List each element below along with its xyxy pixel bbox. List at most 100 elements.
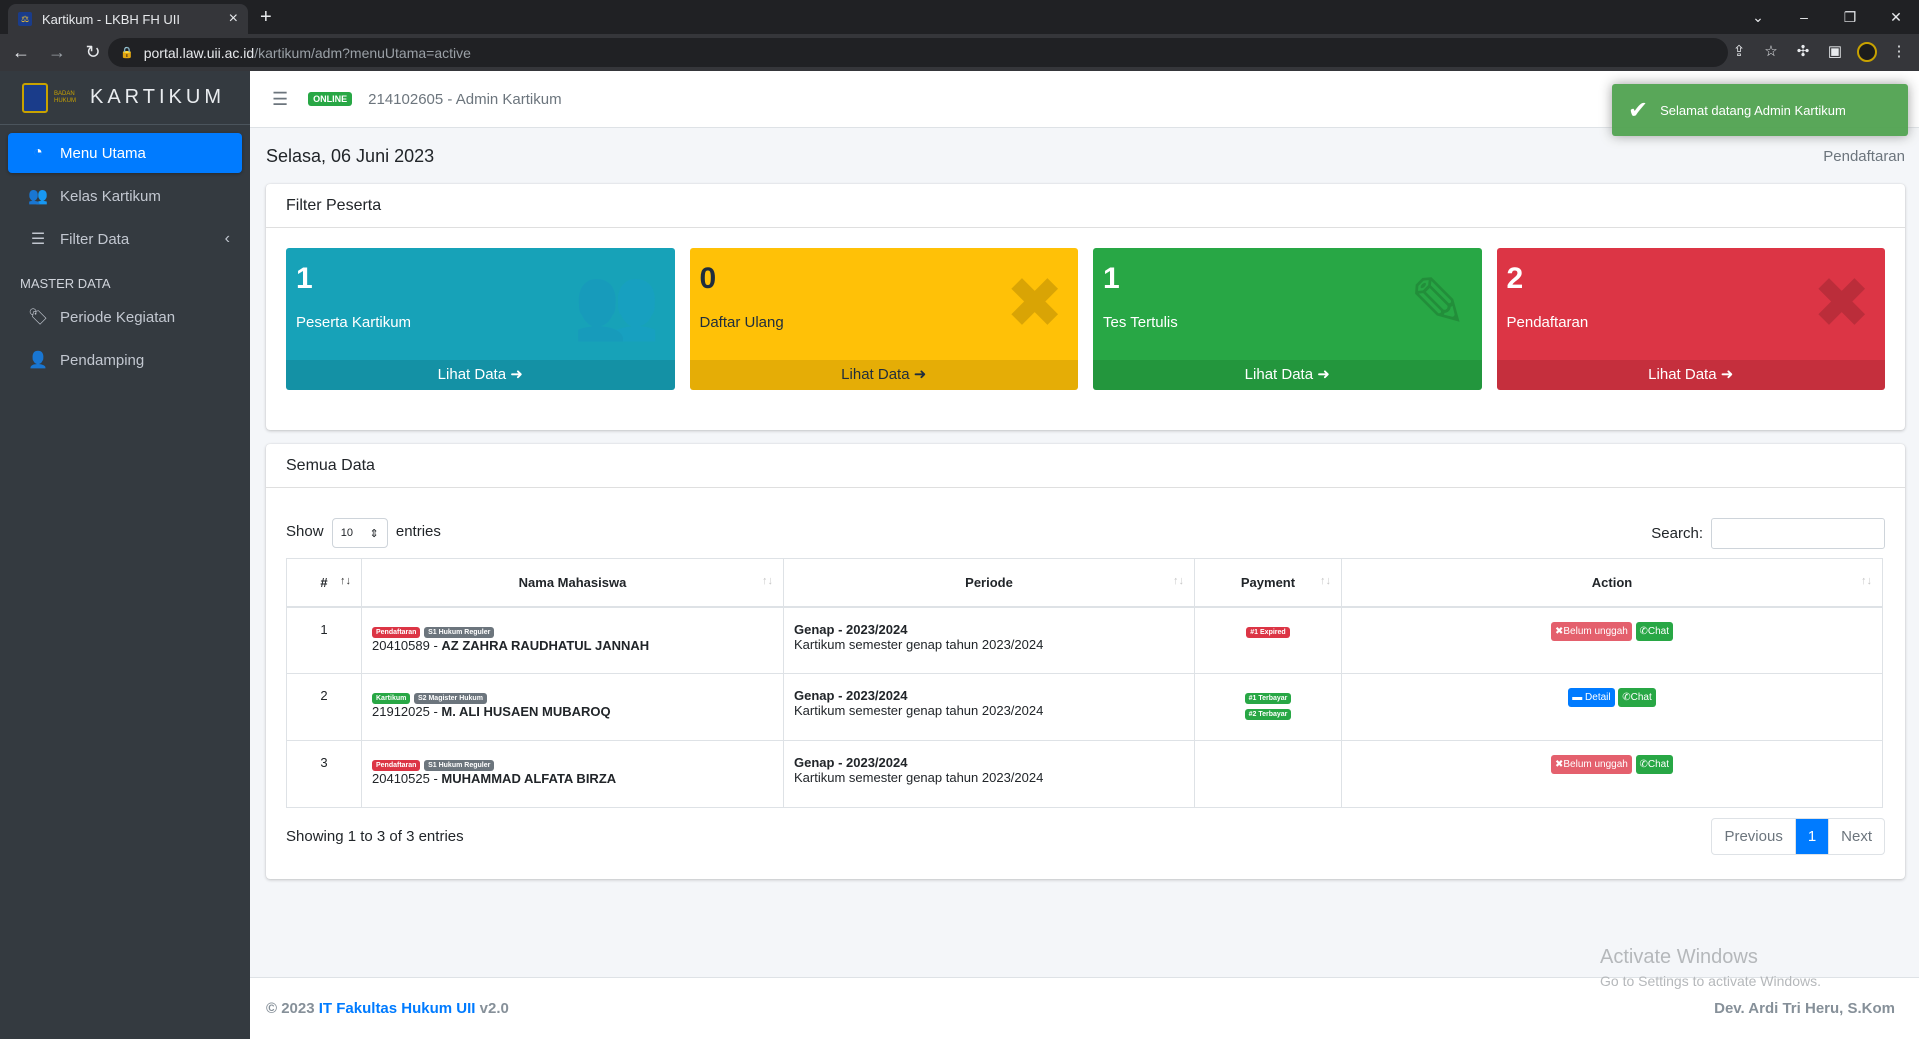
sidebar-item-label: Pendamping (60, 351, 145, 369)
length-control: Show 10 ⇕ entries (286, 518, 441, 548)
forward-icon[interactable]: → (42, 42, 72, 63)
url-host: portal.law.uii.ac.id (143, 44, 255, 61)
search-input[interactable] (1711, 517, 1885, 549)
box-label: Daftar Ulang (699, 314, 784, 331)
lihat-data-link[interactable]: Lihat Data ➜ (286, 360, 675, 390)
welcome-toast[interactable]: ✔ Selamat datang Admin Kartikum (1612, 84, 1908, 136)
belum-unggah-button[interactable]: ✖Belum unggah (1550, 621, 1632, 641)
lihat-data-link[interactable]: Lihat Data ➜ (1496, 360, 1885, 390)
detail-button[interactable]: ▬ Detail (1568, 688, 1615, 707)
extensions-icon[interactable]: ✣ (1793, 42, 1813, 62)
search-label: Search: (1651, 524, 1703, 542)
toast-message: Selamat datang Admin Kartikum (1660, 102, 1846, 118)
profile-avatar-icon[interactable] (1857, 42, 1877, 62)
table-row: 1 Pendaftaran S1 Hukum Reguler 20410589 -… (286, 606, 1883, 674)
table-row: 2 Kartikum S2 Magister Hukum 21912025 - M… (286, 673, 1883, 741)
belum-unggah-button[interactable]: ✖Belum unggah (1550, 755, 1632, 774)
users-icon: 👥 (573, 264, 661, 342)
browser-tab-strip: ⚖ Kartikum - LKBH FH UII × + ⌄ – ❐ ✕ (0, 0, 1919, 34)
window-close-icon[interactable]: ✕ (1873, 9, 1919, 26)
lihat-data-link[interactable]: Lihat Data ➜ (1093, 360, 1482, 390)
col-header-nama[interactable]: Nama Mahasiswa ↑↓ (361, 558, 784, 608)
previous-button[interactable]: Previous (1712, 819, 1794, 854)
filter-card-title: Filter Peserta (266, 184, 1905, 228)
page-button[interactable]: 1 (1794, 819, 1829, 854)
sidebar-item-periode-kegiatan[interactable]: 🏷 Periode Kegiatan (8, 297, 242, 337)
search-control: Search: (1651, 517, 1885, 549)
main-content: ☰ ONLINE 214102605 - Admin Kartikum ✔ Se… (250, 71, 1919, 1039)
new-tab-icon[interactable]: + (260, 6, 272, 29)
brand[interactable]: BADAN HUKUM KARTIKUM (0, 71, 250, 125)
lihat-data-link[interactable]: Lihat Data ➜ (689, 360, 1078, 390)
brand-name: KARTIKUM (90, 86, 225, 108)
sidebar-item-label: Filter Data (60, 230, 130, 248)
chat-button[interactable]: ✆Chat (1635, 755, 1674, 774)
sidebar-item-filter-data[interactable]: ☰ Filter Data ‹ (8, 219, 242, 259)
tag-icon: 🏷 (27, 309, 49, 326)
logo-icon (22, 82, 48, 113)
col-header-no[interactable]: # ↑↓ (286, 558, 362, 608)
check-icon: ✔ (1628, 96, 1649, 124)
browser-menu-icon[interactable]: ⋮ (1889, 42, 1909, 62)
box-count: 1 (296, 262, 313, 295)
student-nim: 21912025 - (372, 704, 442, 719)
user-cog-icon: 👤 (28, 352, 48, 369)
data-table: # ↑↓ Nama Mahasiswa ↑↓ Periode ↑↓ Payment ↑↓… (286, 558, 1883, 808)
share-icon[interactable]: ⇪ (1729, 42, 1749, 62)
box-label: Peserta Kartikum (296, 314, 412, 331)
side-panel-icon[interactable]: ▣ (1825, 42, 1845, 62)
next-button[interactable]: Next (1828, 819, 1884, 854)
hamburger-menu-icon[interactable]: ☰ (272, 89, 288, 110)
tab-search-icon[interactable]: ⌄ (1735, 9, 1781, 26)
back-icon[interactable]: ← (6, 42, 36, 63)
periode-title: Genap - 2023/2024 (794, 755, 908, 770)
filter-card: Filter Peserta 1 Peserta Kartikum 👥 Liha… (266, 184, 1905, 430)
breadcrumb[interactable]: Pendaftaran (1823, 148, 1905, 165)
user-identity: 214102605 - Admin Kartikum (368, 90, 562, 108)
reload-icon[interactable]: ↻ (78, 42, 108, 63)
chat-button[interactable]: ✆Chat (1618, 688, 1656, 707)
chat-button[interactable]: ✆Chat (1635, 621, 1674, 641)
dashboard-icon: ◔ (33, 144, 43, 161)
status-badge: Pendaftaran (372, 626, 421, 638)
periode-title: Genap - 2023/2024 (794, 688, 908, 703)
top-navbar: ☰ ONLINE 214102605 - Admin Kartikum ✔ Se… (250, 71, 1919, 136)
version: v2.0 (479, 1000, 509, 1017)
browser-toolbar: ← → ↻ 🔒 portal.law.uii.ac.id/kartikum/ad… (0, 34, 1919, 71)
online-status-badge: ONLINE (308, 92, 353, 106)
sidebar-item-menu-utama[interactable]: ◔ Menu Utama (8, 133, 242, 173)
col-header-action[interactable]: Action ↑↓ (1341, 558, 1883, 608)
periode-desc: Kartikum semester genap tahun 2023/2024 (794, 770, 1044, 785)
box-count: 1 (1103, 262, 1120, 295)
developer-credit: Dev. Ardi Tri Heru, S.Kom (1714, 1000, 1895, 1017)
browser-tab[interactable]: ⚖ Kartikum - LKBH FH UII × (8, 4, 248, 34)
minimize-icon[interactable]: – (1781, 9, 1827, 25)
entries-label: entries (395, 523, 441, 540)
times-icon: ✖ (1005, 264, 1064, 342)
student-nim: 20410589 - (372, 637, 442, 653)
small-box-daftar-ulang: 0 Daftar Ulang ✖ Lihat Data ➜ (689, 248, 1078, 390)
sidebar-item-pendamping[interactable]: 👤 Pendamping (8, 340, 242, 380)
col-header-payment[interactable]: Payment ↑↓ (1194, 558, 1342, 608)
select-arrows-icon: ⇕ (369, 527, 379, 540)
student-name: AZ ZAHRA RAUDHATUL JANNAH (441, 637, 650, 653)
url-path: /kartikum/adm?menuUtama=active (254, 44, 471, 61)
entries-select[interactable]: 10 ⇕ (331, 518, 388, 548)
periode-title: Genap - 2023/2024 (794, 621, 908, 637)
periode-desc: Kartikum semester genap tahun 2023/2024 (794, 636, 1044, 652)
close-tab-icon[interactable]: × (229, 10, 238, 28)
bookmark-star-icon[interactable]: ☆ (1761, 42, 1781, 62)
org-link[interactable]: IT Fakultas Hukum UII (319, 1000, 476, 1017)
copyright: © 2023 (266, 1000, 315, 1017)
address-bar[interactable]: 🔒 portal.law.uii.ac.id/kartikum/adm?menu… (108, 38, 1728, 67)
restore-icon[interactable]: ❐ (1827, 9, 1873, 26)
sidebar-item-kelas-kartikum[interactable]: 👥 Kelas Kartikum (8, 176, 242, 216)
col-header-periode[interactable]: Periode ↑↓ (783, 558, 1195, 608)
payment-badge: #1 Terbayar (1244, 693, 1292, 704)
row-number: 1 (286, 606, 362, 674)
data-card-title: Semua Data (266, 444, 1905, 488)
status-badge: Pendaftaran (372, 760, 421, 771)
box-count: 2 (1506, 262, 1524, 295)
small-box-pendaftaran: 2 Pendaftaran ✖ Lihat Data ➜ (1496, 248, 1885, 390)
student-name: M. ALI HUSAEN MUBAROQ (441, 704, 611, 719)
